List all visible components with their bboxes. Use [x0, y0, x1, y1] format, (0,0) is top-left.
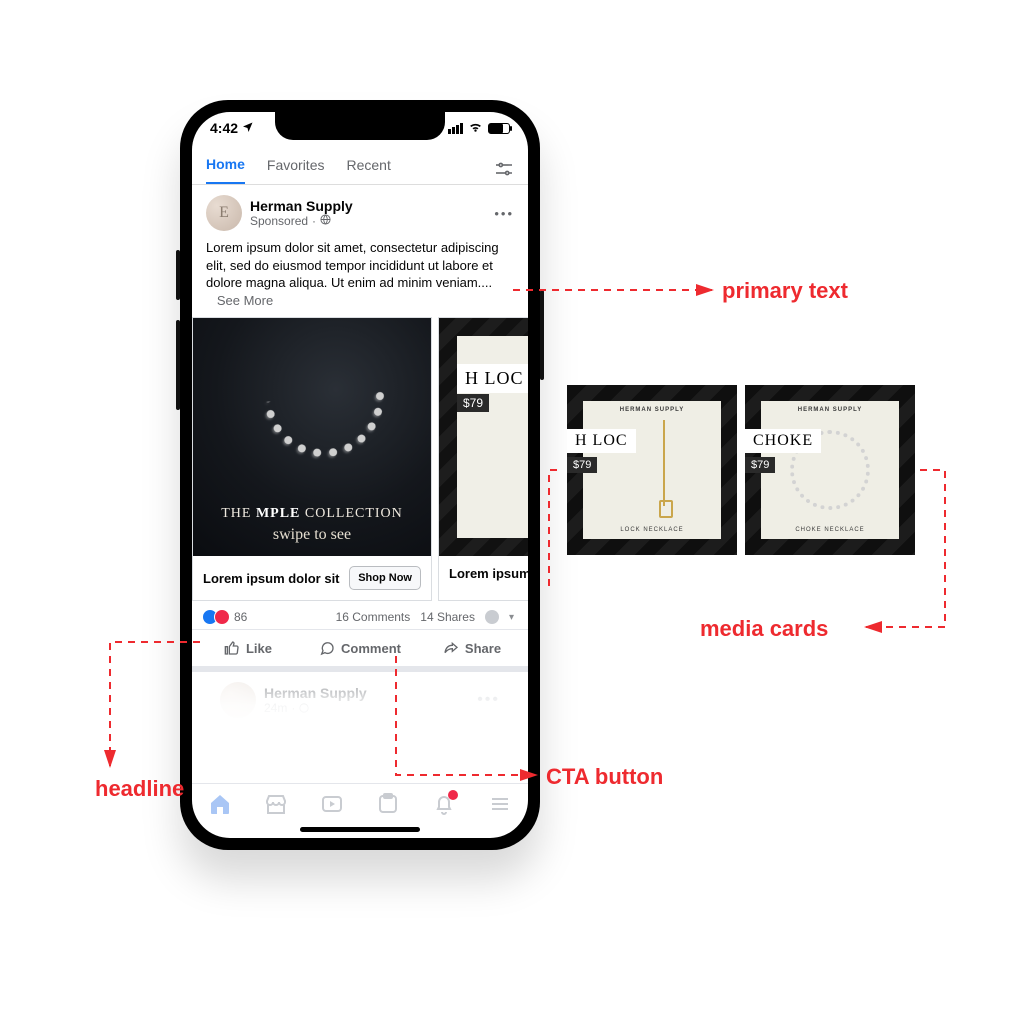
notification-badge [448, 790, 458, 800]
battery-icon [488, 123, 510, 134]
page-name[interactable]: Herman Supply [250, 198, 353, 214]
post-menu-icon: ••• [477, 691, 500, 709]
tab-recent[interactable]: Recent [346, 157, 390, 183]
post-header: E Herman Supply Sponsored · ••• [192, 195, 528, 231]
nav-groups-icon[interactable] [376, 792, 400, 816]
share-button[interactable]: Share [416, 630, 528, 666]
power-button [540, 290, 544, 380]
post-actions: Like Comment Share [192, 629, 528, 672]
product-caption: LOCK NECKLACE [583, 527, 721, 533]
phone-screen: 4:42 Home Favorites Recent [192, 112, 528, 838]
see-more-link[interactable]: See More [217, 293, 273, 308]
reaction-icons[interactable] [206, 609, 230, 625]
post-primary-text: Lorem ipsum dolor sit amet, consectetur … [192, 231, 528, 309]
reaction-count[interactable]: 86 [234, 610, 247, 624]
sponsored-post: E Herman Supply Sponsored · ••• Lorem ip… [192, 185, 528, 672]
product-tag: CHOKE [745, 429, 821, 453]
card-headline: Lorem ipsum dolor sit [203, 571, 340, 586]
globe-icon [320, 214, 331, 228]
status-time: 4:42 [210, 120, 238, 136]
annotation-cta-button: CTA button [546, 764, 663, 790]
brand-label: HERMAN SUPPLY [583, 407, 721, 413]
next-post-preview: Herman Supply 24m · ••• [192, 672, 528, 728]
thumb-up-icon [224, 640, 240, 656]
external-media-card-b: HERMAN SUPPLY CHOKE $79 CHOKE NECKLACE [745, 385, 915, 555]
page-avatar [220, 682, 256, 718]
page-avatar[interactable]: E [206, 195, 242, 231]
pendant-graphic [663, 420, 665, 506]
card-headline: Lorem ipsum [449, 566, 528, 581]
cta-button[interactable]: Shop Now [349, 566, 421, 590]
external-media-card-a: HERMAN SUPPLY H LOC $79 LOCK NECKLACE [567, 385, 737, 555]
comment-button[interactable]: Comment [304, 630, 416, 666]
product-caption: CHOKE NECKLACE [761, 527, 899, 533]
brand-label: HERMAN SUPPLY [761, 407, 899, 413]
nav-notifications-icon[interactable] [432, 792, 456, 816]
tab-home[interactable]: Home [206, 156, 245, 184]
tab-favorites[interactable]: Favorites [267, 157, 325, 183]
phone-frame: 4:42 Home Favorites Recent [180, 100, 540, 850]
product-price: $79 [457, 394, 489, 412]
annotation-primary-text: primary text [722, 278, 848, 304]
signal-icon [448, 123, 463, 134]
share-label: Share [465, 641, 501, 656]
product-price: $79 [567, 457, 597, 473]
share-icon [443, 640, 459, 656]
product-tag: H LOC [567, 429, 636, 453]
necklace-graphic [240, 318, 409, 482]
wifi-icon [468, 120, 483, 136]
nav-home-icon[interactable] [208, 792, 232, 816]
annotation-headline: headline [95, 776, 184, 802]
product-tag: H LOC [457, 364, 528, 393]
share-count[interactable]: 14 Shares [420, 610, 475, 624]
comment-label: Comment [341, 641, 401, 656]
annotation-media-cards: media cards [700, 616, 828, 642]
nav-menu-icon[interactable] [488, 792, 512, 816]
swipe-hint: swipe to see [193, 526, 431, 544]
sponsored-label: Sponsored [250, 214, 308, 228]
carousel[interactable]: THE MPLE COLLECTION swipe to see Lorem i… [192, 317, 528, 601]
nav-watch-icon[interactable] [320, 792, 344, 816]
feed-filter-icon[interactable] [494, 161, 514, 180]
comment-count[interactable]: 16 Comments [336, 610, 411, 624]
card-media: H LOC $79 [439, 318, 528, 556]
viewer-avatar [485, 610, 499, 624]
love-reaction-icon [214, 609, 230, 625]
location-arrow-icon [242, 120, 254, 136]
nav-marketplace-icon[interactable] [264, 792, 288, 816]
home-indicator [192, 820, 528, 838]
card-media: THE MPLE COLLECTION swipe to see [193, 318, 431, 556]
feed-tabs: Home Favorites Recent [192, 152, 528, 185]
carousel-card-1[interactable]: THE MPLE COLLECTION swipe to see Lorem i… [192, 317, 432, 601]
engagement-bar: 86 16 Comments 14 Shares ▾ [192, 601, 528, 629]
dot-separator: · [312, 214, 316, 228]
carousel-card-2[interactable]: H LOC $79 Lorem ipsum [438, 317, 528, 601]
page-name: Herman Supply [264, 685, 367, 701]
post-menu-icon[interactable]: ••• [494, 206, 514, 221]
comment-icon [319, 640, 335, 656]
post-time: 24m [264, 701, 287, 715]
bottom-nav [192, 783, 528, 820]
chevron-down-icon[interactable]: ▾ [509, 612, 514, 623]
globe-icon [299, 703, 309, 713]
product-price: $79 [745, 457, 775, 473]
collection-title: THE MPLE COLLECTION [193, 506, 431, 522]
notch [275, 112, 445, 140]
like-button[interactable]: Like [192, 630, 304, 666]
like-label: Like [246, 641, 272, 656]
post-body-text: Lorem ipsum dolor sit amet, consectetur … [206, 240, 499, 290]
